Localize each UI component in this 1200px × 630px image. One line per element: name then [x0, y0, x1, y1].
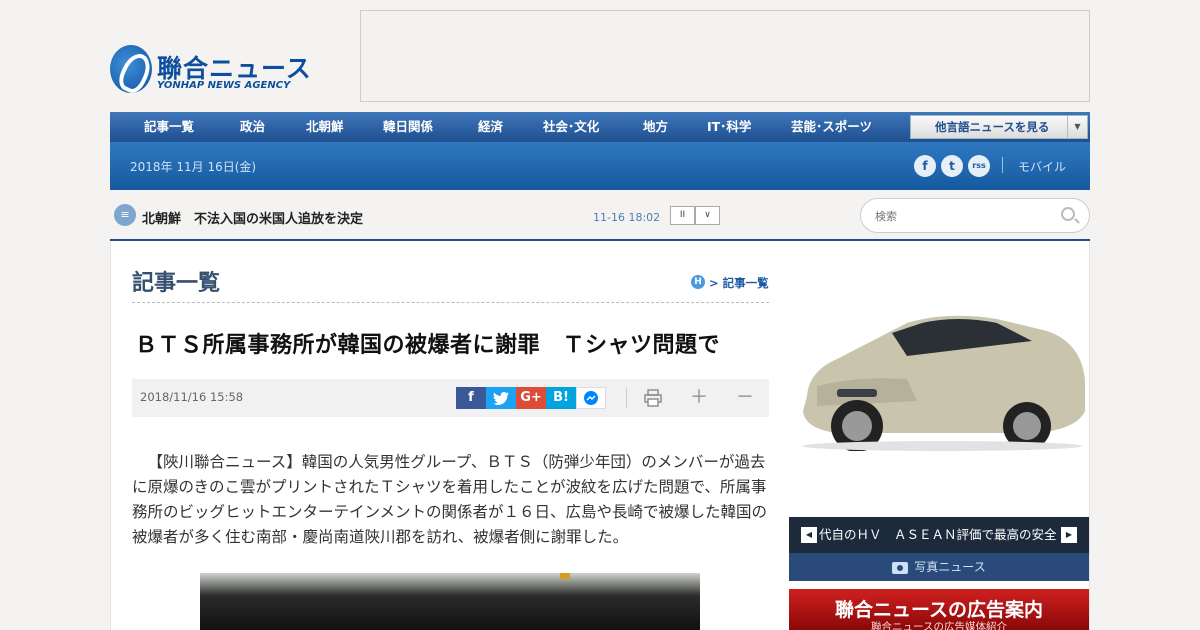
news-ticker: ≡ 北朝鮮 不法入国の米国人追放を決定 11-16 18:02 II ∨: [110, 198, 1090, 238]
camera-icon: [892, 561, 909, 574]
logo-mark-icon: [110, 45, 152, 93]
article-photo[interactable]: [200, 573, 700, 630]
nav-item-korea-japan[interactable]: 韓日関係: [383, 112, 433, 142]
ticker-headline[interactable]: 北朝鮮 不法入国の米国人追放を決定: [142, 208, 363, 227]
nav-item-local[interactable]: 地方: [643, 112, 668, 142]
breadcrumb-label[interactable]: > 記事一覧: [709, 275, 769, 291]
twitter-icon[interactable]: t: [941, 155, 963, 177]
zoom-out-icon[interactable]: －: [733, 386, 757, 410]
prev-arrow-icon[interactable]: ◀: [801, 527, 817, 543]
print-icon[interactable]: [641, 386, 665, 410]
hatena-bookmark-share-icon[interactable]: B!: [546, 387, 576, 409]
divider: [1002, 157, 1003, 173]
news-list-icon: ≡: [114, 204, 136, 226]
nav-item-society-culture[interactable]: 社会･文化: [543, 112, 599, 142]
next-arrow-icon[interactable]: ▶: [1061, 527, 1077, 543]
sub-bar: 2018年 11月 16日(金) f t rss モバイル: [110, 142, 1090, 190]
nav-item-politics[interactable]: 政治: [240, 112, 265, 142]
photo-caption-bar: ◀ 代自のＨＶ ＡＳＥＡＮ評価で最高の安全 ▶: [789, 517, 1089, 553]
nav-item-north-korea[interactable]: 北朝鮮: [306, 112, 344, 142]
google-plus-share-icon[interactable]: G+: [516, 387, 546, 409]
article-panel: 記事一覧 H > 記事一覧 ＢＴＳ所属事務所が韓国の被爆者に謝罪 Ｔシャツ問題で…: [110, 241, 789, 630]
nav-item-entertainment-sports[interactable]: 芸能･スポーツ: [791, 112, 872, 142]
main-nav: 記事一覧 政治 北朝鮮 韓日関係 経済 社会･文化 地方 IT･科学 芸能･スポ…: [110, 112, 1090, 142]
ad-banner[interactable]: [360, 10, 1090, 102]
article-body: 【陜川聯合ニュース】韓国の人気男性グループ、ＢＴＳ（防弾少年団）のメンバーが過去…: [132, 453, 768, 546]
article-meta-bar: 2018/11/16 15:58 f G+ B! ＋ －: [132, 379, 769, 417]
ad-info-banner[interactable]: 聯合ニュースの広告案内 聯合ニュースの広告媒体紹介: [789, 589, 1089, 630]
facebook-share-icon[interactable]: f: [456, 387, 486, 409]
ticker-pause-button[interactable]: II: [670, 206, 695, 225]
nav-item-economy[interactable]: 経済: [478, 112, 503, 142]
article-date: 2018/11/16 15:58: [140, 390, 244, 404]
article-headline: ＢＴＳ所属事務所が韓国の被爆者に謝罪 Ｔシャツ問題で: [135, 333, 721, 358]
photo-news-label: 写真ニュース: [914, 560, 986, 574]
mobile-link[interactable]: モバイル: [1018, 158, 1066, 175]
logo[interactable]: 聯合ニュース YONHAP NEWS AGENCY: [110, 45, 311, 95]
rss-icon[interactable]: rss: [968, 155, 990, 177]
messenger-share-icon[interactable]: [576, 387, 606, 409]
home-icon[interactable]: H: [691, 275, 705, 289]
search-box: [860, 198, 1090, 233]
current-date: 2018年 11月 16日(金): [130, 160, 257, 174]
car-photo[interactable]: [797, 301, 1087, 451]
sidebar: ◀ 代自のＨＶ ＡＳＥＡＮ評価で最高の安全 ▶ 写真ニュース 聯合ニュースの広告…: [789, 241, 1090, 630]
photo-detail: [560, 573, 570, 579]
facebook-icon[interactable]: f: [914, 155, 936, 177]
section-title: 記事一覧: [132, 271, 221, 296]
language-select[interactable]: 他言語ニュースを見る ▼: [910, 115, 1088, 139]
ad-title: 聯合ニュースの広告案内: [834, 599, 1044, 621]
search-icon[interactable]: [1061, 207, 1075, 221]
ad-subtitle: 聯合ニュースの広告媒体紹介: [871, 621, 1007, 630]
zoom-in-icon[interactable]: ＋: [687, 386, 711, 410]
ticker-time: 11-16 18:02: [593, 211, 661, 224]
nav-item-articles[interactable]: 記事一覧: [144, 112, 194, 142]
nav-item-it-science[interactable]: IT･科学: [707, 112, 751, 142]
logo-subtitle: YONHAP NEWS AGENCY: [157, 80, 291, 91]
divider: [132, 302, 769, 303]
divider: [626, 388, 627, 408]
photo-news-link[interactable]: 写真ニュース: [789, 553, 1089, 581]
photo-caption[interactable]: 代自のＨＶ ＡＳＥＡＮ評価で最高の安全: [819, 517, 1059, 553]
language-select-label: 他言語ニュースを見る: [935, 120, 1050, 134]
ticker-next-button[interactable]: ∨: [695, 206, 720, 225]
chevron-down-icon: ▼: [1067, 116, 1087, 138]
twitter-share-icon[interactable]: [486, 387, 516, 409]
search-input[interactable]: [875, 207, 1055, 225]
